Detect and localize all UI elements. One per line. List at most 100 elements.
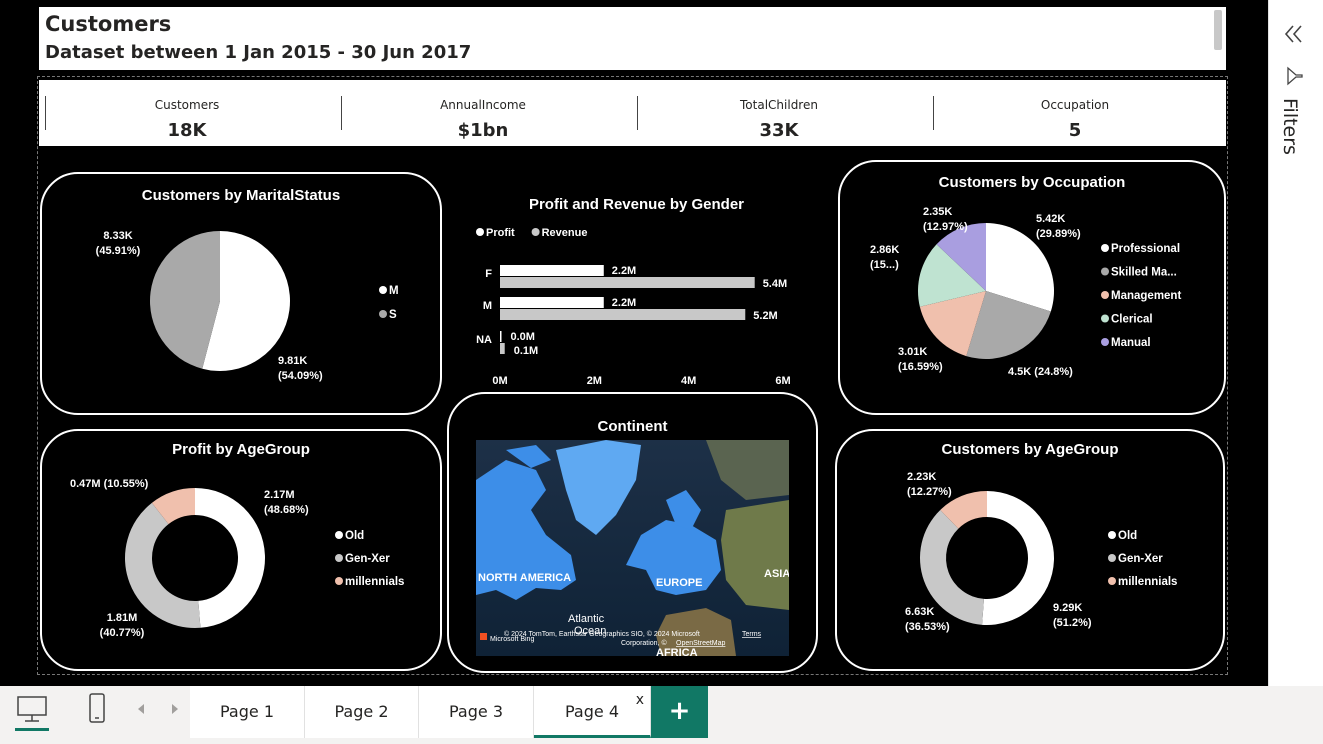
map-attribution: © 2024 TomTom, Earthstar Geographics SIO… (504, 630, 700, 638)
data-label: (40.77%) (100, 627, 145, 639)
legend-marker (1108, 554, 1116, 562)
data-label: 1.81M (107, 612, 138, 624)
data-label: 2.2M (612, 297, 636, 309)
data-label: 5.2M (753, 310, 777, 322)
occupation-chart[interactable]: 5.42K (29.89%) 4.5K (24.8%) 3.01K (16.59%) 2.… (840, 162, 1224, 413)
data-label: (29.89%) (1036, 228, 1081, 240)
map-osm-link: OpenStreetMap (676, 640, 726, 647)
chart-title: Continent (597, 418, 668, 435)
data-label: (15...) (870, 259, 899, 271)
x-tick-label: 2M (587, 375, 602, 387)
map-terms-link: Terms (742, 631, 762, 638)
legend-item: S (389, 309, 397, 321)
legend-marker (335, 577, 343, 585)
tab-close-button[interactable]: x (636, 674, 644, 726)
pie-slice (125, 502, 201, 628)
marital-status-chart[interactable]: 9.81K (54.09%) 8.33K (45.91%) MS (42, 174, 440, 413)
mobile-view-button[interactable] (78, 691, 118, 731)
continent-map-card[interactable]: Continent NORTH AMERICA EUROPE ASIA Atla… (447, 392, 818, 673)
gender-chart-card[interactable]: Profit and Revenue by Gender Profit Reven… (450, 186, 820, 391)
map-label: EUROPE (656, 577, 702, 589)
profit-agegroup-card[interactable]: Profit by AgeGroup 2.17M (48.68%) 1.81M (40… (40, 429, 442, 671)
tab-page-4[interactable]: Page 4 x (534, 686, 651, 738)
legend-marker (1101, 314, 1109, 323)
double-chevron-left-icon[interactable] (1283, 24, 1305, 44)
page-subtitle: Dataset between 1 Jan 2015 - 30 Jun 2017 (45, 42, 472, 63)
data-label: (48.68%) (264, 504, 309, 516)
page-tab-bar: Page 1 Page 2 Page 3 Page 4 x + (0, 686, 1323, 744)
data-label: 9.29K (1053, 602, 1082, 614)
legend-item: Old (345, 530, 364, 542)
data-label: 0.1M (514, 345, 538, 357)
legend-item: Revenue (542, 227, 588, 239)
legend-marker (1101, 267, 1109, 276)
data-label: 8.33K (103, 230, 132, 242)
desktop-icon (15, 696, 49, 731)
marital-status-card[interactable]: Customers by MaritalStatus 9.81K (54.09%)… (40, 172, 442, 415)
map-label: AFRICA (656, 647, 698, 656)
profit-agegroup-chart[interactable]: 2.17M (48.68%) 1.81M (40.77%) 0.47M (10.55%)… (42, 431, 440, 669)
filters-label[interactable]: Filters (1279, 98, 1301, 155)
data-label: (45.91%) (96, 245, 141, 257)
customers-agegroup-card[interactable]: Customers by AgeGroup 9.29K (51.2%) 6.63K(… (835, 429, 1225, 671)
tab-page-3[interactable]: Page 3 (419, 686, 534, 738)
data-label: 5.4M (763, 278, 787, 290)
legend-item: Clerical (1111, 314, 1153, 326)
legend-marker (379, 310, 387, 318)
data-label: 2.86K (870, 244, 899, 256)
legend-item: Profit (486, 227, 515, 239)
legend-marker (379, 286, 387, 294)
legend-item: millennials (345, 576, 404, 588)
legend-item: Professional (1111, 243, 1180, 255)
occupation-card[interactable]: Customers by Occupation 5.42K (29.89%) 4.5… (838, 160, 1226, 415)
tab-page-1[interactable]: Page 1 (190, 686, 305, 738)
desktop-view-button[interactable] (12, 691, 52, 731)
kpi-label: Occupation (1040, 98, 1110, 112)
data-label: 4.5K (24.8%) (1008, 366, 1073, 378)
legend-marker (531, 228, 540, 236)
data-label: 0.47M (10.55%) (70, 478, 149, 490)
legend-item: Skilled Ma... (1111, 267, 1177, 279)
bing-logo-icon (480, 633, 487, 640)
kpi-card[interactable]: Occupation 5 (927, 80, 1223, 146)
continent-map[interactable]: NORTH AMERICA EUROPE ASIA Atlantic Ocean… (476, 440, 789, 656)
bar-revenue (500, 309, 746, 320)
bar-revenue (500, 277, 755, 288)
title-underline (39, 70, 1190, 79)
kpi-card[interactable]: TotalChildren 33K (631, 80, 927, 146)
customers-agegroup-chart[interactable]: 9.29K (51.2%) 6.63K (36.53%) 2.23K (12.27%) Ol… (837, 431, 1223, 669)
pie-slice (195, 488, 265, 628)
report-canvas: Customers Dataset between 1 Jan 2015 - 3… (0, 0, 1268, 686)
data-label: 9.81K (278, 355, 307, 367)
legend-marker (1108, 577, 1116, 585)
x-tick-label: 4M (681, 375, 696, 387)
tab-label: Page 4 (565, 702, 619, 721)
add-page-button[interactable]: + (651, 686, 708, 738)
category-label: F (485, 268, 492, 280)
x-tick-label: 6M (775, 375, 790, 387)
legend-item: M (389, 285, 399, 297)
data-label: 0.0M (511, 331, 535, 343)
kpi-strip: Customers 18K AnnualIncome $1bn TotalChi… (39, 80, 1226, 146)
bar-profit (500, 331, 502, 342)
kpi-label: Customers (154, 98, 220, 112)
x-tick-label: 0M (492, 375, 507, 387)
legend-marker (1101, 338, 1109, 346)
title-card: Customers Dataset between 1 Jan 2015 - 3… (39, 7, 1226, 70)
kpi-card[interactable]: Customers 18K (39, 80, 335, 146)
mobile-icon (89, 693, 105, 723)
scrollbar-thumb[interactable] (1214, 10, 1222, 50)
kpi-label: AnnualIncome (440, 98, 526, 112)
tab-scroll-left-icon[interactable] (136, 702, 146, 716)
map-label: ASIA (764, 568, 789, 580)
kpi-label: TotalChildren (740, 98, 818, 112)
tab-scroll-right-icon[interactable] (170, 702, 180, 716)
data-label: (12.97%) (923, 221, 968, 233)
legend-marker (1101, 291, 1109, 299)
page-title: Customers (45, 12, 172, 36)
kpi-card[interactable]: AnnualIncome $1bn (335, 80, 631, 146)
map-label: Atlantic (568, 613, 605, 625)
tab-page-2[interactable]: Page 2 (305, 686, 419, 738)
gender-bar-chart[interactable]: Profit Revenue F 2.2M 5.4M M 2.2M 5.2M NA 0.0M 0.1… (450, 186, 820, 391)
legend-marker (476, 228, 484, 236)
